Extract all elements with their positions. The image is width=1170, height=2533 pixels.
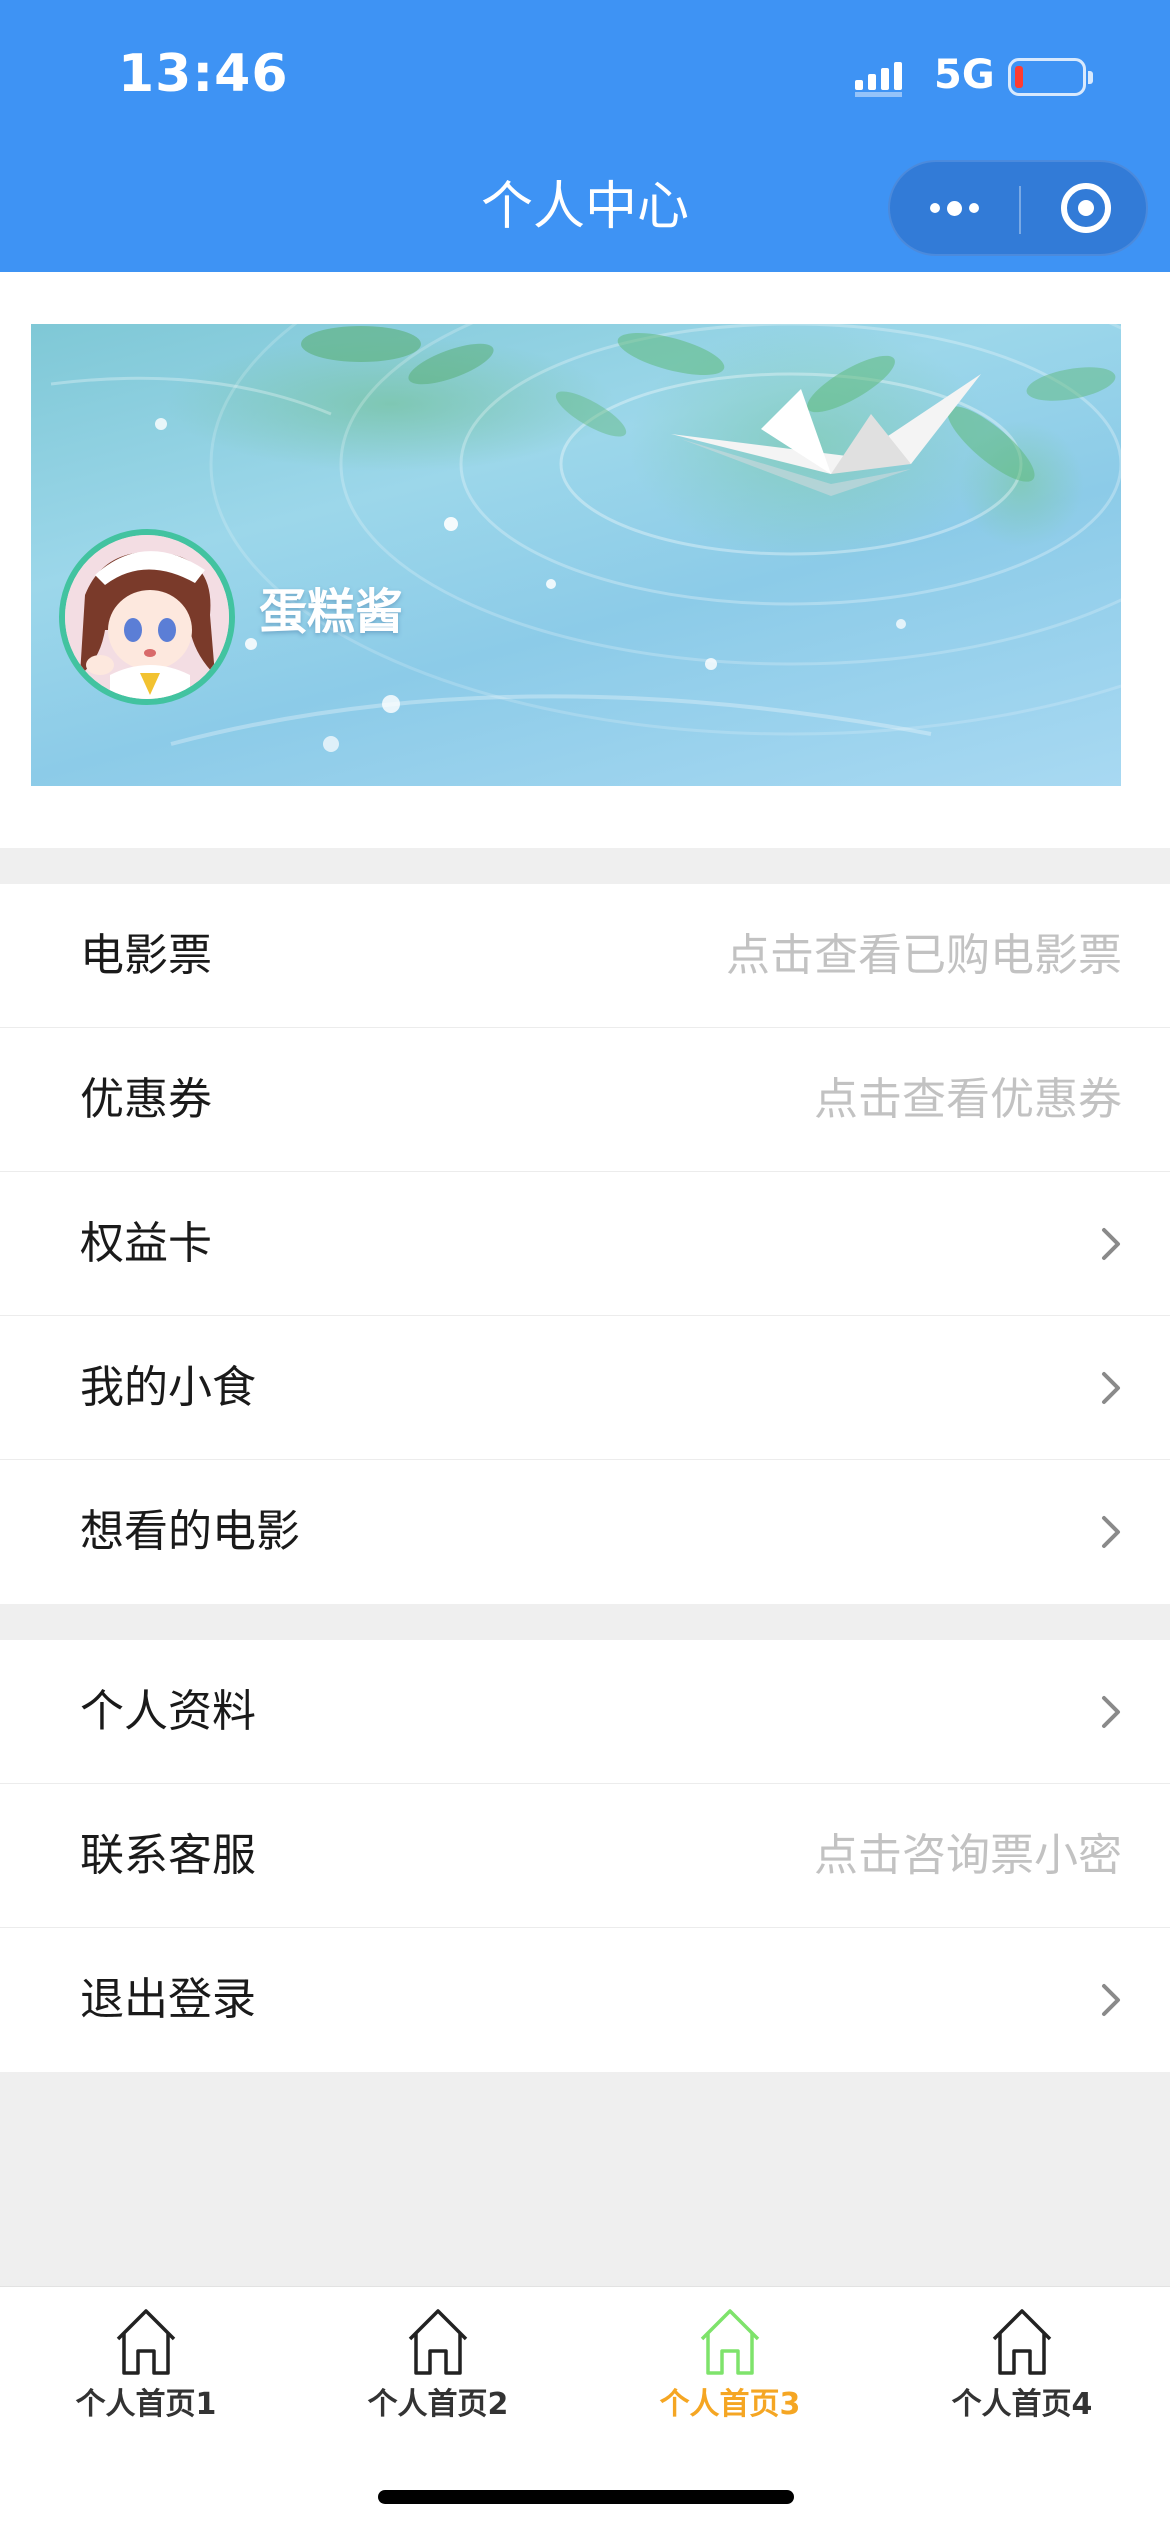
tab-home-2[interactable]: 个人首页2 bbox=[292, 2287, 584, 2437]
home-indicator bbox=[378, 2490, 794, 2504]
home-icon bbox=[992, 2309, 1052, 2375]
chevron-right-icon bbox=[1102, 1228, 1120, 1260]
profile-banner-section: 蛋糕酱 bbox=[0, 272, 1170, 848]
tab-home-4[interactable]: 个人首页4 bbox=[876, 2287, 1168, 2437]
menu-item-profile[interactable]: 个人资料 bbox=[0, 1640, 1170, 1784]
menu-item-label: 电影票 bbox=[80, 930, 212, 981]
menu-item-label: 权益卡 bbox=[80, 1218, 212, 1269]
menu-item-benefit-card[interactable]: 权益卡 bbox=[0, 1172, 1170, 1316]
tab-label: 个人首页4 bbox=[951, 2387, 1093, 2422]
network-type: 5G bbox=[934, 52, 995, 98]
tab-home-1[interactable]: 个人首页1 bbox=[0, 2287, 292, 2437]
menu-item-hint: 点击查看优惠券 bbox=[814, 1074, 1122, 1125]
home-icon bbox=[116, 2309, 176, 2375]
avatar-illustration bbox=[65, 535, 229, 699]
menu-item-my-snacks[interactable]: 我的小食 bbox=[0, 1316, 1170, 1460]
tab-label: 个人首页3 bbox=[659, 2387, 801, 2422]
menu-item-label: 个人资料 bbox=[80, 1686, 256, 1737]
menu-item-logout[interactable]: 退出登录 bbox=[0, 1928, 1170, 2072]
home-icon bbox=[700, 2309, 760, 2375]
menu-item-wishlist-movies[interactable]: 想看的电影 bbox=[0, 1460, 1170, 1604]
profile-banner: 蛋糕酱 bbox=[31, 324, 1121, 786]
chevron-right-icon bbox=[1102, 1516, 1120, 1548]
tab-label: 个人首页2 bbox=[367, 2387, 509, 2422]
avatar[interactable] bbox=[59, 529, 235, 705]
home-icon bbox=[408, 2309, 468, 2375]
menu-item-hint: 点击查看已购电影票 bbox=[726, 930, 1122, 981]
chevron-right-icon bbox=[1102, 1696, 1120, 1728]
menu-item-coupons[interactable]: 优惠券 点击查看优惠券 bbox=[0, 1028, 1170, 1172]
menu-item-label: 想看的电影 bbox=[80, 1506, 300, 1557]
menu-item-customer-service[interactable]: 联系客服 点击咨询票小密 bbox=[0, 1784, 1170, 1928]
menu-item-label: 我的小食 bbox=[80, 1362, 256, 1413]
battery-icon bbox=[1008, 58, 1093, 96]
menu-item-hint: 点击咨询票小密 bbox=[814, 1830, 1122, 1881]
username: 蛋糕酱 bbox=[259, 584, 404, 640]
chevron-right-icon bbox=[1102, 1372, 1120, 1404]
status-time: 13:46 bbox=[118, 44, 289, 104]
more-dots-icon[interactable] bbox=[890, 162, 1019, 254]
mini-program-capsule bbox=[888, 160, 1148, 256]
tab-home-3[interactable]: 个人首页3 bbox=[584, 2287, 876, 2437]
menu-item-movie-tickets[interactable]: 电影票 点击查看已购电影票 bbox=[0, 884, 1170, 1028]
target-circle-icon[interactable] bbox=[1021, 162, 1150, 254]
tab-label: 个人首页1 bbox=[75, 2387, 217, 2422]
chevron-right-icon bbox=[1102, 1984, 1120, 2016]
menu-item-label: 退出登录 bbox=[80, 1974, 256, 2025]
menu-item-label: 联系客服 bbox=[80, 1830, 256, 1881]
menu-item-label: 优惠券 bbox=[80, 1074, 212, 1125]
navigation-header: 13:46 5G 个人中心 bbox=[0, 0, 1170, 272]
menu-group-orders: 电影票 点击查看已购电影票 优惠券 点击查看优惠券 权益卡 我的小食 想看的电影 bbox=[0, 884, 1170, 1604]
signal-icon bbox=[855, 62, 902, 97]
menu-group-account: 个人资料 联系客服 点击咨询票小密 退出登录 bbox=[0, 1640, 1170, 2072]
